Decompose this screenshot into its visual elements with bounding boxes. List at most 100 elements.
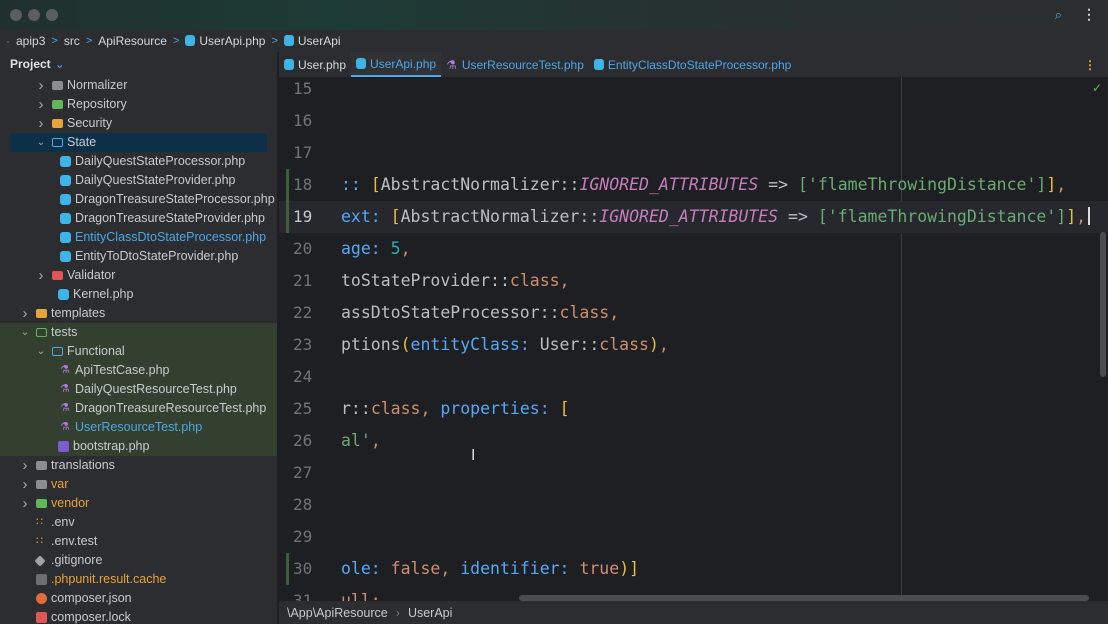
tree-item[interactable]: DragonTreasureStateProcessor.php — [0, 190, 277, 209]
line-number: 20 — [293, 239, 313, 258]
vcs-change-marker — [286, 169, 289, 201]
code-token: r:: — [341, 399, 371, 418]
php-icon — [60, 194, 71, 205]
tree-item[interactable]: bootstrap.php — [0, 437, 277, 456]
tree-item-label: var — [51, 477, 69, 491]
text-cursor-icon: I — [471, 447, 476, 464]
code-token: al' — [341, 431, 371, 450]
code-line[interactable]: toStateProvider::class, — [341, 269, 570, 293]
chevron-right-icon[interactable]: › — [36, 95, 46, 114]
chevron-right-icon[interactable]: › — [20, 304, 30, 323]
code-line[interactable]: r::class, properties: [ — [341, 397, 570, 421]
tree-item[interactable]: › Normalizer — [0, 76, 277, 95]
tree-item-label: translations — [51, 458, 115, 472]
breadcrumb-class[interactable]: UserApi — [283, 34, 341, 48]
code-line[interactable]: assDtoStateProcessor::class, — [341, 301, 619, 325]
tab-userresourcetest-php[interactable]: ⚗ UserResourceTest.php — [441, 52, 589, 77]
code-token: class, — [559, 303, 620, 322]
search-icon[interactable]: ⌕ — [1055, 7, 1062, 23]
test-icon: ⚗ — [60, 421, 70, 433]
tab-user-php[interactable]: User.php — [279, 52, 351, 77]
chevron-right-icon[interactable]: › — [36, 266, 46, 285]
tree-item[interactable]: composer.lock — [0, 608, 277, 624]
php-class-icon — [185, 35, 196, 46]
namespace-path[interactable]: \App\ApiResource — [287, 606, 388, 620]
tree-item[interactable]: ⌄ State — [0, 133, 277, 152]
code-token: ext: — [341, 207, 391, 226]
tree-item[interactable]: DragonTreasureStateProvider.php — [0, 209, 277, 228]
close-window-button[interactable] — [10, 9, 22, 21]
chevron-right-icon[interactable]: › — [20, 475, 30, 494]
vertical-scrollbar[interactable] — [1100, 232, 1106, 377]
breadcrumb-src[interactable]: src — [64, 34, 80, 48]
tree-item[interactable]: EntityToDtoStateProvider.php — [0, 247, 277, 266]
tab-label: User.php — [298, 57, 347, 72]
chevron-down-icon[interactable]: ⌄ — [36, 133, 46, 152]
maximize-window-button[interactable] — [46, 9, 58, 21]
minimize-window-button[interactable] — [28, 9, 40, 21]
code-editor[interactable]: 15 16 17 18:: [AbstractNormalizer::IGNORED_… — [279, 77, 1108, 601]
code-line[interactable]: age: 5, — [341, 237, 411, 261]
no-problems-check-icon[interactable]: ✓ — [1092, 81, 1102, 95]
more-vert-icon[interactable]: ⋮ — [1082, 6, 1096, 23]
tree-item[interactable]: ⚗ ApiTestCase.php — [0, 361, 277, 380]
tree-item[interactable]: ∷ .env.test — [0, 532, 277, 551]
tree-item[interactable]: › vendor — [0, 494, 277, 513]
breadcrumb-project[interactable]: apip3 — [16, 34, 45, 48]
tree-item[interactable]: › Security — [0, 114, 277, 133]
line-number: 26 — [293, 431, 313, 450]
tree-item[interactable]: ⌄ Functional — [0, 342, 277, 361]
chevron-right-icon[interactable]: › — [20, 456, 30, 475]
tree-item[interactable]: Kernel.php — [0, 285, 277, 304]
project-view-selector[interactable]: Project ⌄ — [0, 52, 277, 76]
code-token: ull; — [341, 591, 381, 601]
tree-item[interactable]: composer.json — [0, 589, 277, 608]
tab-entityclassdtostateprocessor-php[interactable]: EntityClassDtoStateProcessor.php — [589, 52, 796, 77]
chevron-right-icon[interactable]: › — [36, 76, 46, 95]
tree-item-label: Kernel.php — [73, 287, 134, 301]
lock-icon — [36, 612, 47, 623]
code-token: [ — [370, 175, 381, 194]
code-token: AbstractNormalizer:: — [400, 207, 600, 226]
chevron-down-icon[interactable]: ⌄ — [20, 323, 30, 342]
tree-item[interactable]: › Repository — [0, 95, 277, 114]
tree-item[interactable]: ⚗ DailyQuestResourceTest.php — [0, 380, 277, 399]
code-token: => — [758, 175, 798, 194]
code-line[interactable]: ull; — [341, 589, 381, 601]
breadcrumb-file[interactable]: UserApi.php — [185, 34, 265, 48]
tree-item[interactable]: ⌄ tests — [0, 323, 277, 342]
right-margin-guide — [901, 77, 902, 601]
tree-item[interactable]: ∷ .env — [0, 513, 277, 532]
code-line[interactable]: :: [AbstractNormalizer::IGNORED_ATTRIBUT… — [341, 173, 1066, 197]
chevron-down-icon[interactable]: ⌄ — [36, 342, 46, 361]
code-line[interactable]: ptions(entityClass: User::class), — [341, 333, 669, 357]
chevron-right-icon[interactable]: › — [36, 114, 46, 133]
chevron-right-icon[interactable]: › — [20, 494, 30, 513]
tree-item[interactable]: DailyQuestStateProvider.php — [0, 171, 277, 190]
code-token: true — [579, 559, 620, 578]
cache-icon — [36, 574, 47, 585]
line-number: 30 — [293, 559, 313, 578]
tree-item[interactable]: › translations — [0, 456, 277, 475]
tree-item[interactable]: › var — [0, 475, 277, 494]
tree-item[interactable]: ⚗ DragonTreasureResourceTest.php — [0, 399, 277, 418]
symbol-name[interactable]: UserApi — [408, 606, 452, 620]
code-line[interactable]: ext: [AbstractNormalizer::IGNORED_ATTRIB… — [341, 205, 1091, 229]
code-line[interactable]: al', — [341, 429, 381, 453]
tree-item[interactable]: › templates — [0, 304, 277, 323]
tree-item[interactable]: EntityClassDtoStateProcessor.php — [0, 228, 277, 247]
tree-item[interactable]: ⚗ UserResourceTest.php — [0, 418, 277, 437]
caret — [1088, 207, 1091, 225]
code-token: IGNORED_ATTRIBUTES — [599, 207, 779, 226]
tree-item[interactable]: .phpunit.result.cache — [0, 570, 277, 589]
tree-item-label: Validator — [67, 268, 116, 282]
tree-item[interactable]: › Validator — [0, 266, 277, 285]
breadcrumb-apiresource[interactable]: ApiResource — [98, 34, 167, 48]
tab-userapi-php[interactable]: UserApi.php — [351, 52, 442, 77]
tree-item[interactable]: .gitignore — [0, 551, 277, 570]
tree-item[interactable]: DailyQuestStateProcessor.php — [0, 152, 277, 171]
folder-icon — [52, 81, 63, 90]
code-line[interactable]: ole: false, identifier: true)] — [341, 557, 639, 581]
more-vert-icon[interactable]: ⋮ — [1084, 58, 1096, 72]
php-class-icon — [593, 59, 604, 70]
